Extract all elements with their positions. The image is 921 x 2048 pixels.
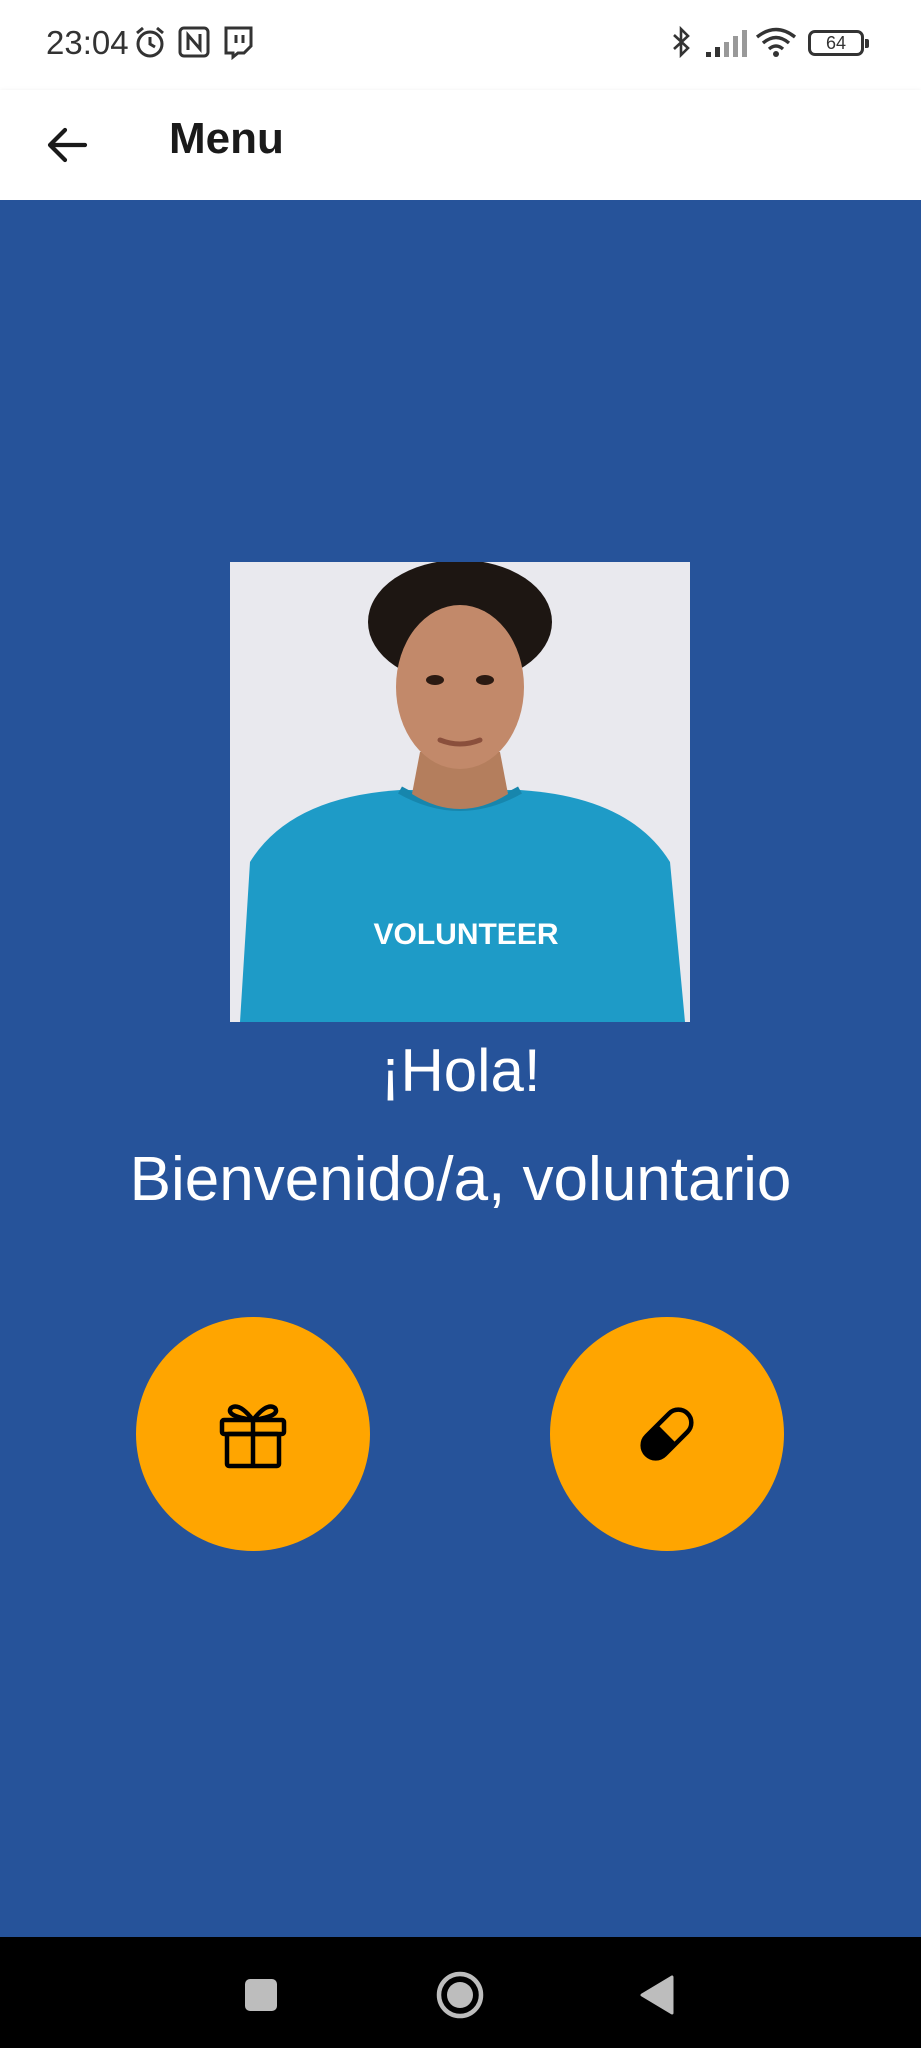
wifi-icon <box>755 27 797 57</box>
bluetooth-icon <box>673 25 690 59</box>
status-bar: 23:04 64 <box>0 0 921 90</box>
page-title: Menu <box>169 114 284 163</box>
pill-button[interactable] <box>550 1317 784 1551</box>
recent-apps-icon <box>245 1979 277 2011</box>
home-button[interactable] <box>432 1967 488 2023</box>
back-triangle-icon <box>640 1975 674 2015</box>
gift-button[interactable] <box>136 1317 370 1551</box>
nav-back-button[interactable] <box>630 1967 686 2023</box>
home-icon <box>436 1971 484 2019</box>
welcome-text: Bienvenido/a, voluntario <box>129 1145 792 1214</box>
volunteer-photo: VOLUNTEER <box>230 562 690 1022</box>
arrow-left-icon <box>47 127 88 163</box>
app-bar: Menu <box>0 90 921 200</box>
alarm-icon <box>136 26 164 58</box>
main-content: VOLUNTEER ¡Hola! Bienvenido/a, voluntari… <box>0 200 921 1937</box>
twitch-icon <box>224 26 253 60</box>
recent-apps-button[interactable] <box>233 1967 289 2023</box>
greeting-text: ¡Hola! <box>380 1037 541 1104</box>
navigation-bar <box>0 1937 921 2048</box>
back-button[interactable] <box>34 112 100 178</box>
photo-shirt-text: VOLUNTEER <box>373 918 558 951</box>
signal-icon <box>706 30 747 57</box>
status-time: 23:04 <box>46 24 129 61</box>
battery-level: 64 <box>825 32 847 53</box>
gift-icon <box>219 1404 287 1469</box>
pill-icon <box>640 1407 694 1461</box>
battery-icon: 64 <box>808 30 869 56</box>
nfc-icon <box>178 26 210 58</box>
